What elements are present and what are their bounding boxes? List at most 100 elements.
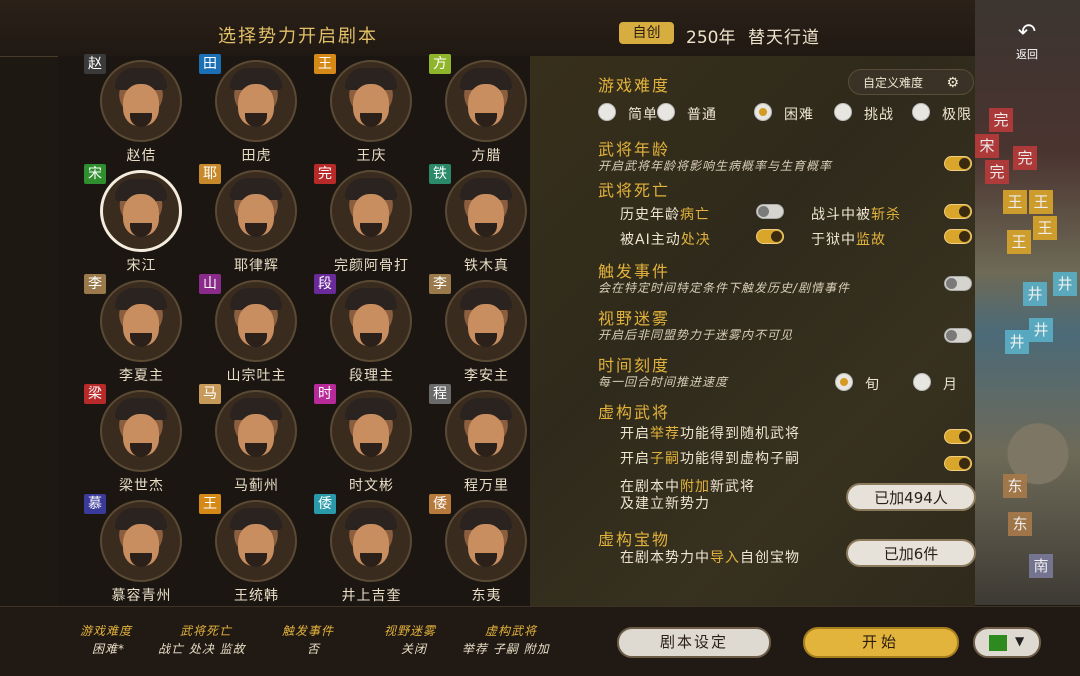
custom-scenario-badge: 自创	[619, 22, 674, 44]
faction-badge: 宋	[84, 164, 106, 184]
general-name: 井上吉奎	[341, 588, 402, 604]
general-card[interactable]: 山山宗吐主	[199, 274, 314, 386]
custom-difficulty-button[interactable]: 自定义难度 ⚙	[848, 69, 974, 95]
time-scale-month-label: 月	[943, 377, 958, 393]
difficulty-label: 普通	[687, 107, 717, 123]
ai-execution-toggle[interactable]	[756, 229, 784, 244]
scenario-settings-button[interactable]: 剧本设定	[617, 627, 771, 658]
fog-toggle[interactable]	[944, 328, 972, 343]
general-card[interactable]: 完完颜阿骨打	[314, 164, 429, 276]
general-portrait	[215, 60, 297, 142]
back-button[interactable]: ↶ 返回	[1005, 22, 1049, 66]
trigger-events-desc: 会在特定时间特定条件下触发历史/剧情事件	[598, 281, 851, 295]
map-tile: 东	[1008, 512, 1032, 536]
general-name: 李夏主	[119, 368, 164, 384]
battle-death-toggle[interactable]	[944, 204, 972, 219]
historical-death-toggle[interactable]	[756, 204, 784, 219]
faction-badge: 李	[84, 274, 106, 294]
faction-badge: 马	[199, 384, 221, 404]
map-tile: 南	[1029, 554, 1053, 578]
general-name: 方腊	[471, 148, 502, 164]
general-card[interactable]: 李李夏主	[84, 274, 199, 386]
general-card[interactable]: 倭井上吉奎	[314, 494, 429, 606]
general-card[interactable]: 慕慕容青州	[84, 494, 199, 606]
general-portrait	[100, 60, 182, 142]
general-name: 李安主	[464, 368, 509, 384]
general-card[interactable]: 铁铁木真	[429, 164, 544, 276]
map-tile: 王	[1033, 216, 1057, 240]
general-portrait	[215, 500, 297, 582]
general-card[interactable]: 赵赵佶	[84, 54, 199, 166]
difficulty-radio[interactable]	[657, 103, 675, 121]
faction-color-picker[interactable]: ▼	[973, 627, 1041, 658]
difficulty-radio[interactable]	[598, 103, 616, 121]
added-generals-button[interactable]: 已加494人	[846, 483, 976, 511]
difficulty-label: 挑战	[864, 107, 894, 123]
faction-badge: 李	[429, 274, 451, 294]
general-portrait	[330, 60, 412, 142]
faction-badge: 山	[199, 274, 221, 294]
general-death-title: 武将死亡	[598, 181, 671, 200]
general-card[interactable]: 王王庆	[314, 54, 429, 166]
general-card[interactable]: 段段理主	[314, 274, 429, 386]
general-name: 程万里	[464, 478, 509, 494]
general-portrait	[445, 170, 527, 252]
start-button[interactable]: 开始	[803, 627, 959, 658]
general-portrait	[100, 170, 182, 252]
ai-execution-label: 被AI主动处决	[620, 232, 711, 248]
custom-difficulty-label: 自定义难度	[863, 76, 924, 90]
general-card[interactable]: 李李安主	[429, 274, 544, 386]
general-name: 完颜阿骨打	[334, 258, 409, 274]
map-tile: 王	[1029, 190, 1053, 214]
faction-badge: 梁	[84, 384, 106, 404]
trigger-events-toggle[interactable]	[944, 276, 972, 291]
add-generals-label-line2: 及建立新势力	[620, 496, 710, 512]
general-portrait	[215, 280, 297, 362]
general-portrait	[445, 500, 527, 582]
general-card[interactable]: 耶耶律辉	[199, 164, 314, 276]
recommend-toggle[interactable]	[944, 429, 972, 444]
general-card[interactable]: 时时文彬	[314, 384, 429, 496]
fictional-generals-title: 虚构武将	[598, 403, 671, 422]
difficulty-radio[interactable]	[834, 103, 852, 121]
general-portrait	[330, 170, 412, 252]
map-tile: 井	[1029, 318, 1053, 342]
general-portrait	[330, 390, 412, 472]
general-card[interactable]: 梁梁世杰	[84, 384, 199, 496]
heir-toggle[interactable]	[944, 456, 972, 471]
back-label: 返回	[1016, 48, 1038, 61]
prison-death-toggle[interactable]	[944, 229, 972, 244]
general-name: 段理主	[349, 368, 394, 384]
time-scale-month-radio[interactable]	[913, 373, 931, 391]
general-card[interactable]: 倭东夷	[429, 494, 544, 606]
map-tile: 完	[985, 160, 1009, 184]
general-card[interactable]: 程程万里	[429, 384, 544, 496]
general-card[interactable]: 宋宋江	[84, 164, 199, 276]
added-treasures-button[interactable]: 已加6件	[846, 539, 976, 567]
scenario-name: 替天行道	[748, 28, 820, 48]
general-card[interactable]: 方方腊	[429, 54, 544, 166]
map-tile: 东	[1003, 474, 1027, 498]
general-name: 慕容青州	[111, 588, 172, 604]
time-scale-ten-days-radio[interactable]	[835, 373, 853, 391]
summary-value: 关闭	[401, 642, 428, 656]
general-age-desc: 开启武将年龄将影响生病概率与生育概率	[598, 159, 833, 173]
difficulty-label: 简单	[628, 107, 658, 123]
faction-badge: 王	[199, 494, 221, 514]
general-age-toggle[interactable]	[944, 156, 972, 171]
map-tile: 完	[1013, 146, 1037, 170]
time-scale-desc: 每一回合时间推进速度	[598, 375, 729, 389]
faction-badge: 铁	[429, 164, 451, 184]
difficulty-radio[interactable]	[754, 103, 772, 121]
map-tile: 井	[1005, 330, 1029, 354]
summary-value: 战亡 处决 监故	[158, 642, 246, 656]
difficulty-radio[interactable]	[912, 103, 930, 121]
general-card[interactable]: 马马蓟州	[199, 384, 314, 496]
gear-icon: ⚙	[946, 75, 959, 91]
heir-label: 开启子嗣功能得到虚构子嗣	[620, 451, 800, 467]
summary-key: 游戏难度	[80, 624, 133, 638]
general-portrait	[215, 390, 297, 472]
general-card[interactable]: 王王统韩	[199, 494, 314, 606]
general-name: 山宗吐主	[226, 368, 287, 384]
general-card[interactable]: 田田虎	[199, 54, 314, 166]
